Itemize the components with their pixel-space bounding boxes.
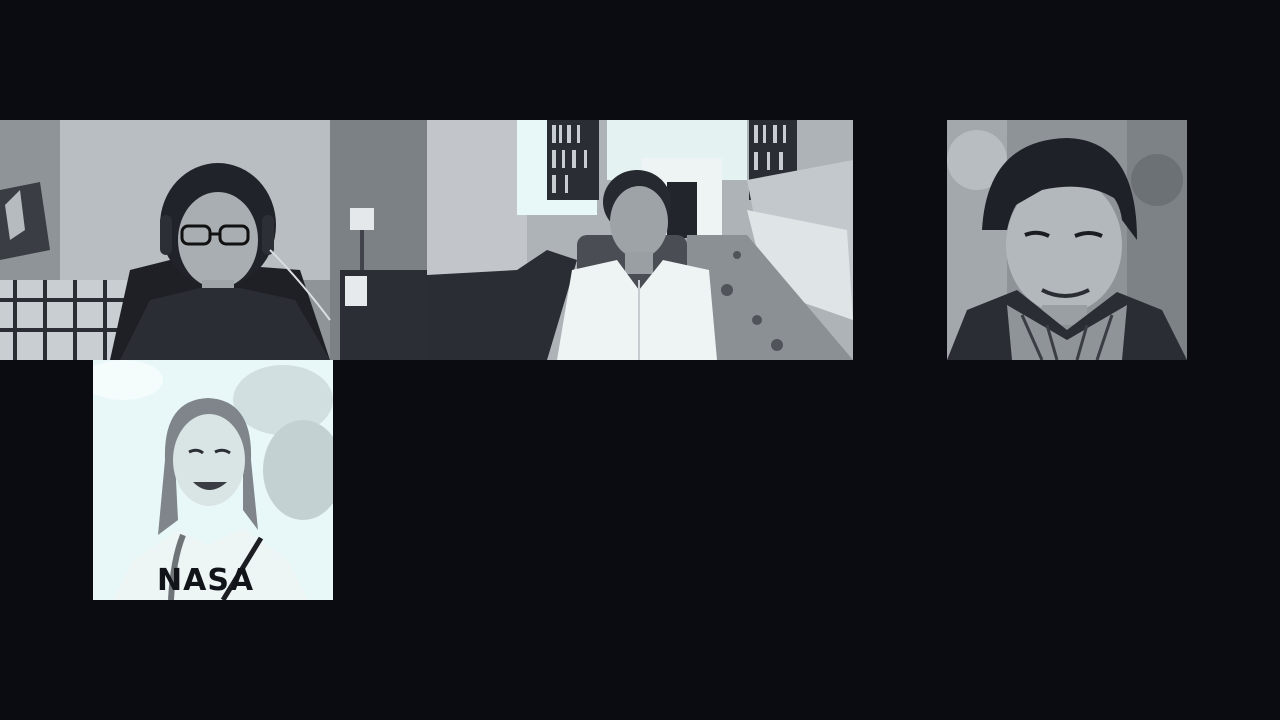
participant-2-video xyxy=(427,120,853,360)
participant-video-tile-1[interactable] xyxy=(0,120,427,360)
participant-video-tile-2[interactable] xyxy=(427,120,853,360)
nasa-shirt-logo: NASA xyxy=(157,563,254,598)
participant-video-tile-4[interactable]: NASA xyxy=(93,360,333,600)
participant-1-video xyxy=(0,120,427,360)
participant-video-tile-3[interactable] xyxy=(947,120,1187,360)
video-call-gallery: NASA xyxy=(0,0,1280,720)
participant-4-video: NASA xyxy=(93,360,333,600)
participant-3-video xyxy=(947,120,1187,360)
